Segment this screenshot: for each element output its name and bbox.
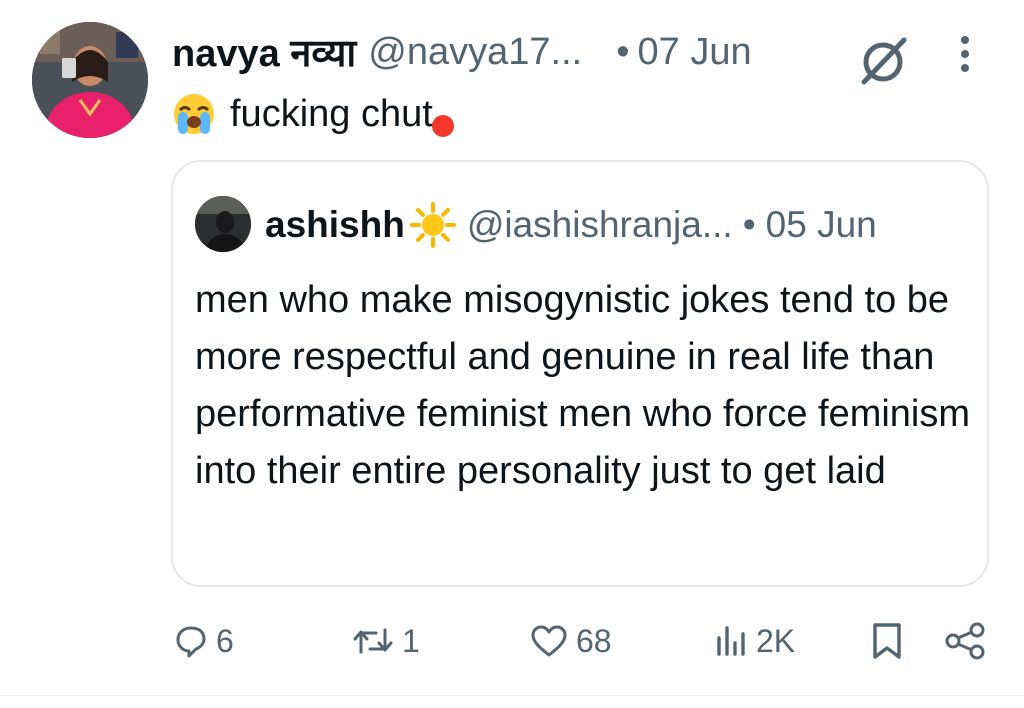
tweet-text-row: fucking chut <box>172 86 433 142</box>
like-count: 68 <box>576 622 612 659</box>
loudly-crying-face-icon <box>174 94 214 134</box>
repost-count: 1 <box>402 622 420 659</box>
red-dot-marker <box>432 115 454 137</box>
quoted-tweet-header: ashishh @iashishranja... • 05 Jun <box>265 200 877 250</box>
like-icon <box>531 625 567 657</box>
share-button[interactable] <box>944 616 994 666</box>
sun-icon <box>409 202 456 248</box>
tweet-date[interactable]: 07 Jun <box>638 31 752 74</box>
quoted-tweet-date[interactable]: 05 Jun <box>766 204 877 246</box>
reply-count: 6 <box>216 622 234 659</box>
repost-icon <box>353 628 393 654</box>
repost-button[interactable]: 1 <box>352 616 420 666</box>
author-avatar[interactable] <box>32 22 148 138</box>
share-icon <box>945 622 985 660</box>
quoted-tweet-text: men who make misogynistic jokes tend to … <box>195 279 971 492</box>
views-button[interactable]: 2K <box>714 616 795 666</box>
quoted-author-handle[interactable]: @iashishranja... <box>467 204 733 246</box>
bookmark-button[interactable] <box>870 616 912 666</box>
grok-icon[interactable] <box>856 32 912 88</box>
bookmark-icon <box>873 623 901 659</box>
quoted-author-avatar[interactable] <box>195 196 251 252</box>
tweet-actions: 6 1 68 2K <box>0 606 1024 676</box>
quoted-tweet-card[interactable]: ashishh @iashishranja... • 05 Jun men wh… <box>171 160 989 587</box>
author-handle[interactable]: @navya17... <box>368 31 582 74</box>
views-count: 2K <box>756 622 796 659</box>
reply-icon <box>176 626 206 658</box>
divider <box>0 695 1024 696</box>
tweet-header: navya नव्या @navya17... • 07 Jun <box>172 26 752 78</box>
tweet-text: fucking chut <box>230 92 433 135</box>
separator-dot: • <box>616 30 630 73</box>
reply-button[interactable]: 6 <box>174 616 234 666</box>
like-button[interactable]: 68 <box>530 616 612 666</box>
quoted-separator-dot: • <box>742 204 756 245</box>
more-vertical-icon[interactable] <box>950 34 980 74</box>
quoted-author-name[interactable]: ashishh <box>265 204 405 246</box>
views-icon <box>717 626 745 656</box>
author-name[interactable]: navya नव्या <box>172 26 356 78</box>
